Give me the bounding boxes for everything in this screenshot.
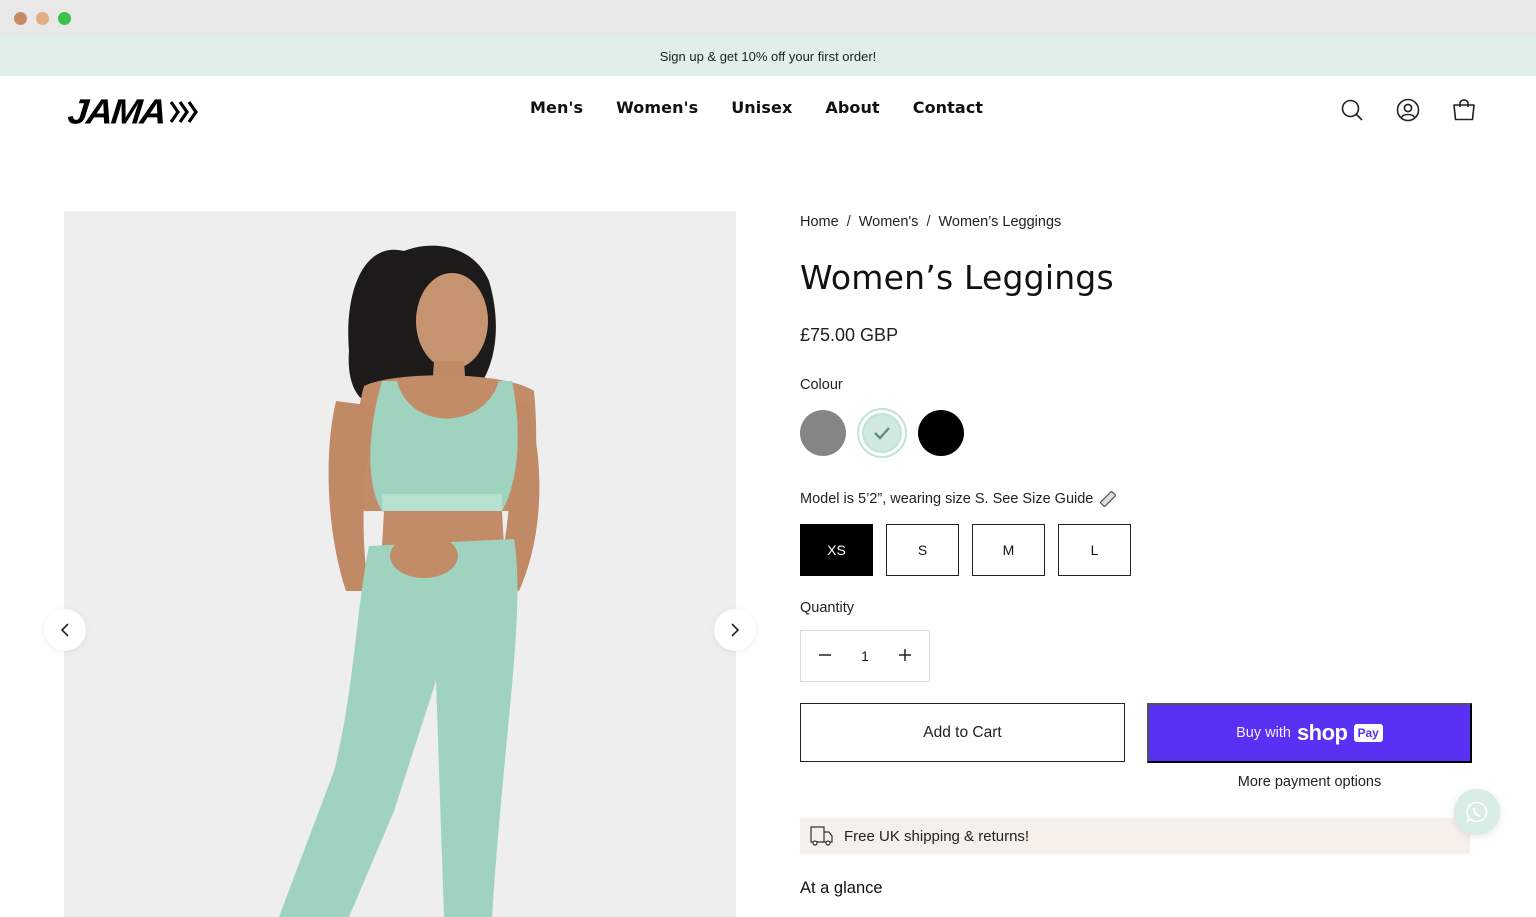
account-icon[interactable]: [1396, 98, 1420, 122]
more-payment-options-link[interactable]: More payment options: [1147, 774, 1472, 790]
size-l[interactable]: L: [1058, 524, 1131, 576]
breadcrumb: Home / Women's / Women’s Leggings: [800, 214, 1061, 230]
size-guide-link[interactable]: Model is 5’2”, wearing size S. See Size …: [800, 491, 1093, 507]
swatch-black[interactable]: [918, 410, 964, 456]
ruler-icon: [1100, 491, 1117, 507]
plus-icon: [898, 648, 911, 661]
quantity-label: Quantity: [800, 600, 854, 616]
nav-mens[interactable]: Men's: [530, 98, 583, 117]
header-icons: [1340, 98, 1476, 122]
gallery-next-button[interactable]: [714, 609, 756, 651]
size-s[interactable]: S: [886, 524, 959, 576]
window-maximize-button[interactable]: [58, 12, 71, 25]
site-header: JAMA Men's Women's Unisex About Contact: [0, 76, 1536, 148]
minus-icon: [819, 653, 831, 656]
size-selector: XS S M L: [800, 524, 1131, 576]
quantity-stepper: 1: [800, 630, 930, 682]
shipping-text: Free UK shipping & returns!: [844, 827, 1030, 845]
product-photo-illustration: [64, 211, 736, 917]
breadcrumb-womens[interactable]: Women's: [859, 214, 919, 230]
whatsapp-icon: [1465, 801, 1488, 824]
breadcrumb-separator: /: [926, 214, 931, 230]
shop-pay-buy-label: Buy with: [1236, 725, 1291, 741]
product-title: Women’s Leggings: [800, 258, 1114, 297]
whatsapp-chat-button[interactable]: [1454, 789, 1500, 835]
at-a-glance-heading: At a glance: [800, 879, 883, 897]
nav-unisex[interactable]: Unisex: [731, 98, 792, 117]
logo-text: JAMA: [66, 92, 167, 131]
chevron-right-icon: [731, 623, 740, 637]
size-m[interactable]: M: [972, 524, 1045, 576]
quantity-input[interactable]: 1: [861, 648, 869, 664]
colour-swatches: [800, 408, 964, 458]
product-price: £75.00 GBP: [800, 325, 899, 345]
search-icon[interactable]: [1340, 98, 1364, 122]
add-to-cart-button[interactable]: Add to Cart: [800, 703, 1125, 762]
announcement-bar: Sign up & get 10% off your first order!: [0, 36, 1536, 76]
breadcrumb-home[interactable]: Home: [800, 214, 839, 230]
browser-chrome: [0, 0, 1536, 36]
quantity-increase-button[interactable]: [895, 645, 915, 668]
logo[interactable]: JAMA: [66, 92, 199, 131]
gallery-prev-button[interactable]: [44, 609, 86, 651]
main-nav: Men's Women's Unisex About Contact: [530, 98, 1016, 117]
shop-pay-button[interactable]: Buy with shop Pay: [1147, 703, 1472, 763]
nav-about[interactable]: About: [825, 98, 879, 117]
logo-chevrons-icon: [169, 99, 199, 125]
window-close-button[interactable]: [14, 12, 27, 25]
nav-contact[interactable]: Contact: [913, 98, 983, 117]
swatch-mint[interactable]: [857, 408, 907, 458]
quantity-decrease-button[interactable]: [815, 645, 835, 668]
shop-pay-badge: Pay: [1353, 724, 1383, 742]
check-icon: [874, 427, 890, 440]
shipping-banner: Free UK shipping & returns!: [800, 818, 1470, 854]
product-image[interactable]: [64, 211, 736, 917]
size-xs[interactable]: XS: [800, 524, 873, 576]
cart-icon[interactable]: [1452, 98, 1476, 122]
breadcrumb-current: Women’s Leggings: [938, 214, 1062, 230]
window-minimize-button[interactable]: [36, 12, 49, 25]
nav-womens[interactable]: Women's: [616, 98, 698, 117]
breadcrumb-separator: /: [846, 214, 851, 230]
shop-pay-logo: shop: [1296, 720, 1348, 745]
chevron-left-icon: [60, 623, 69, 637]
swatch-grey[interactable]: [800, 410, 846, 456]
colour-label: Colour: [800, 377, 843, 393]
size-guide-note: Model is 5’2”, wearing size S. See Size …: [800, 490, 1117, 508]
delivery-truck-icon: [810, 826, 833, 846]
announcement-text[interactable]: Sign up & get 10% off your first order!: [660, 49, 877, 64]
